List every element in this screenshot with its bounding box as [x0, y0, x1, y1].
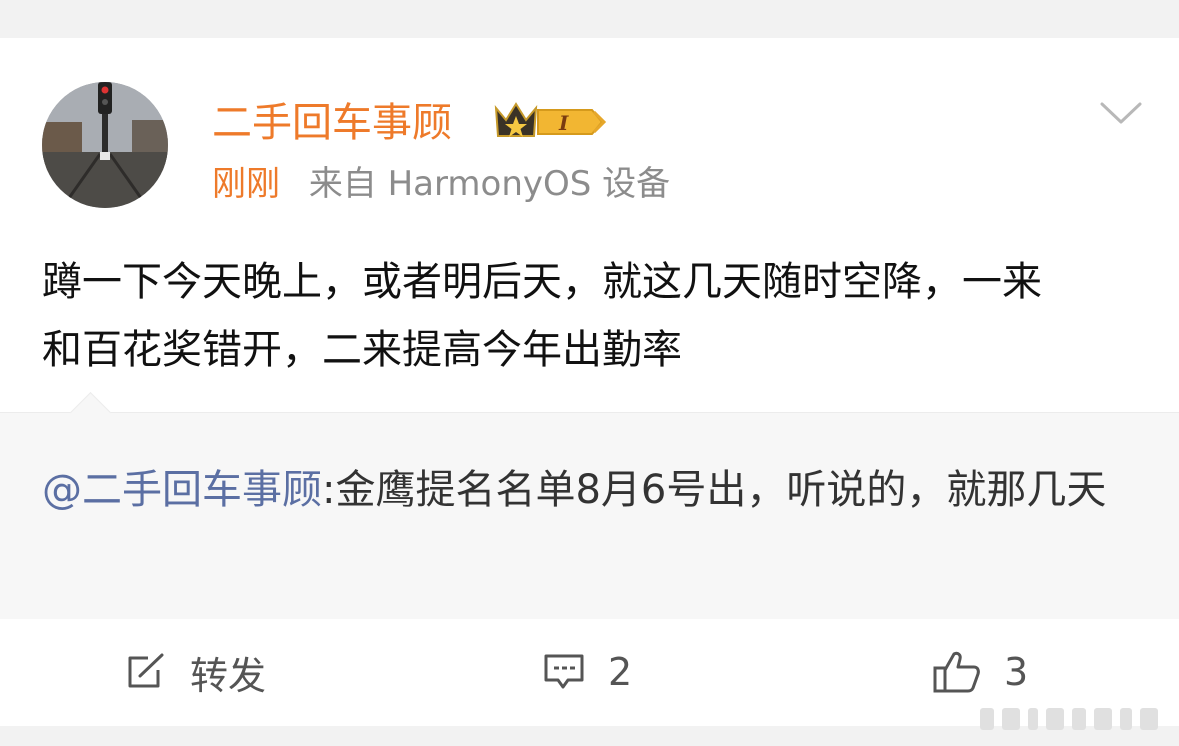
like-count: 3 [1004, 650, 1029, 694]
thumbs-up-icon [933, 651, 980, 693]
repost-button[interactable]: 转发 [124, 642, 266, 702]
post-meta: 刚刚 来自 HarmonyOS 设备 [212, 162, 670, 206]
watermark-logo [976, 704, 1172, 734]
repost-label: 转发 [190, 653, 267, 698]
post-time: 刚刚 [212, 164, 280, 204]
quote-text: @二手回车事顾:金鹰提名名单8月6号出，听说的，就那几天 [42, 457, 1122, 523]
post-source: 来自 HarmonyOS 设备 [308, 164, 671, 204]
chevron-down-icon[interactable] [1098, 98, 1144, 128]
username[interactable]: 二手回车事顾 [212, 98, 452, 148]
avatar[interactable] [42, 82, 168, 208]
like-button[interactable]: 3 [932, 642, 1028, 702]
comment-count: 2 [608, 650, 633, 694]
post-content: 蹲一下今天晚上，或者明后天，就这几天随时空降，一来和百花奖错开，二来提高今年出勤… [42, 259, 1042, 373]
crown-badge-icon[interactable]: I [492, 98, 612, 142]
quote-body: :金鹰提名名单8月6号出，听说的，就那几天 [322, 467, 1107, 513]
quoted-post[interactable]: @二手回车事顾:金鹰提名名单8月6号出，听说的，就那几天 [0, 391, 1179, 619]
share-edit-icon [128, 653, 164, 688]
avatar-image [42, 82, 168, 208]
quote-mention[interactable]: @二手回车事顾 [42, 467, 322, 513]
post-card: 二手回车事顾 I 刚刚 来自 HarmonyOS 设备 蹲一下今天晚上，或者明后… [0, 38, 1179, 726]
comment-button[interactable]: 2 [542, 642, 632, 702]
quote-notch [69, 391, 112, 434]
badge-level: I [558, 111, 569, 135]
comment-bubble-icon [544, 654, 584, 689]
